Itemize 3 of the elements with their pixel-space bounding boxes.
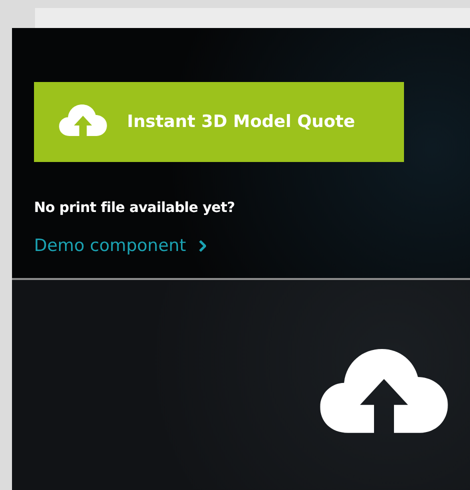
chevron-icon: [198, 240, 206, 252]
prompt-text: No print file available yet?: [34, 200, 236, 216]
demo-link[interactable]: Demo component: [34, 236, 206, 256]
